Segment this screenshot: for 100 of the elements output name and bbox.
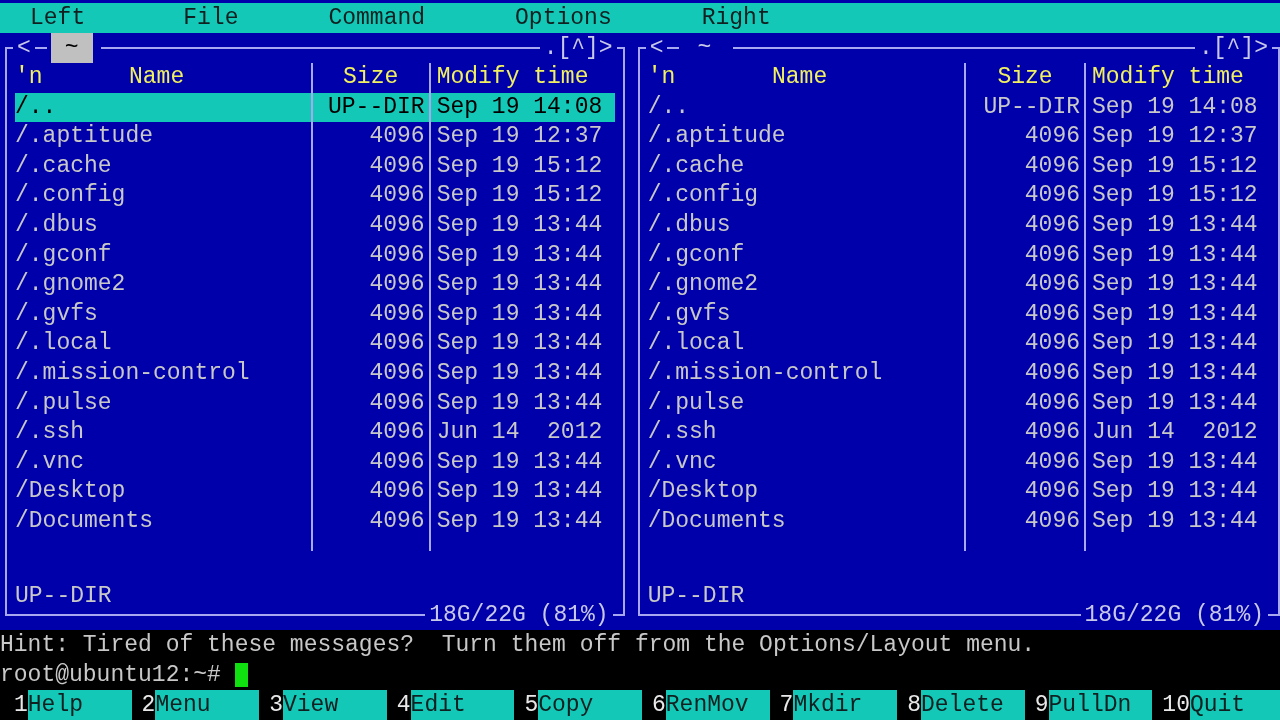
modify-time: Sep 19 13:44 <box>1092 507 1258 534</box>
file-row[interactable]: /.vnc 4096 Sep 19 13:44 <box>647 447 1270 478</box>
panel-history-controls[interactable]: .[^]> <box>539 33 617 63</box>
modify-time: Sep 19 13:44 <box>436 389 603 416</box>
file-name: /.ssh <box>647 419 717 446</box>
mini-status: UP--DIR <box>647 582 745 609</box>
file-row[interactable]: /.dbus 4096 Sep 19 13:44 <box>647 210 1270 241</box>
file-row[interactable]: /.aptitude 4096 Sep 19 12:37 <box>15 122 615 152</box>
file-size: 4096 <box>369 211 425 238</box>
file-size: 4096 <box>369 271 425 298</box>
sort-indicator[interactable]: 'n <box>647 63 676 93</box>
function-key[interactable]: 10Quit <box>1162 690 1280 720</box>
column-header[interactable]: Modify time <box>436 64 589 90</box>
file-size: 4096 <box>1024 478 1080 505</box>
file-name: /.aptitude <box>647 123 786 150</box>
file-row[interactable]: /.cache 4096 Sep 19 15:12 <box>15 151 615 182</box>
file-name: /Documents <box>647 507 786 534</box>
file-name: /Desktop <box>647 478 759 505</box>
file-name: /.vnc <box>647 448 717 475</box>
function-key[interactable]: 2Menu <box>141 690 260 720</box>
file-size: 4096 <box>369 152 425 179</box>
file-size: 4096 <box>1024 300 1080 327</box>
file-row[interactable]: /.pulse 4096 Sep 19 13:44 <box>15 388 615 419</box>
file-row[interactable]: /.pulse 4096 Sep 19 13:44 <box>647 388 1270 419</box>
modify-time: Sep 19 13:44 <box>436 300 603 327</box>
column-header[interactable]: Size <box>997 64 1053 90</box>
file-size: UP--DIR <box>328 93 425 120</box>
modify-time: Sep 19 13:44 <box>1092 478 1258 505</box>
file-row[interactable]: /.config 4096 Sep 19 15:12 <box>15 181 615 211</box>
column-header[interactable]: Name <box>675 63 924 93</box>
disk-usage: 18G/22G (81%) <box>1083 601 1265 630</box>
file-name: /.mission-control <box>647 359 883 386</box>
sort-indicator[interactable]: 'n <box>15 63 43 93</box>
panel-history-controls[interactable]: .[^]> <box>1195 33 1272 63</box>
function-key[interactable]: 1Help <box>14 690 132 720</box>
file-row[interactable]: /.cache 4096 Sep 19 15:12 <box>647 151 1270 182</box>
file-row[interactable]: /.local 4096 Sep 19 13:44 <box>15 329 615 359</box>
modify-time: Sep 19 15:12 <box>1092 152 1258 179</box>
function-key[interactable]: 5Copy <box>524 690 642 720</box>
file-row[interactable]: /.local 4096 Sep 19 13:44 <box>647 329 1270 359</box>
file-size: 4096 <box>1024 359 1080 386</box>
disk-usage: 18G/22G (81%) <box>428 601 610 630</box>
history-back-arrow[interactable]: < <box>645 33 668 63</box>
function-key[interactable]: 7Mkdir <box>779 690 898 720</box>
file-row[interactable]: /.. UP--DIR Sep 19 14:08 <box>15 92 615 123</box>
file-name: /.vnc <box>15 448 84 475</box>
history-back-arrow[interactable]: < <box>13 33 35 63</box>
menu-item[interactable]: Command <box>328 3 426 33</box>
file-row[interactable]: /Desktop 4096 Sep 19 13:44 <box>15 477 615 507</box>
file-size: 4096 <box>369 300 425 327</box>
file-row[interactable]: /.gnome2 4096 Sep 19 13:44 <box>647 270 1270 300</box>
menu-item[interactable]: Options <box>515 3 612 33</box>
file-row[interactable]: /.mission-control 4096 Sep 19 13:44 <box>647 358 1270 389</box>
file-row[interactable]: /.ssh 4096 Jun 14 2012 <box>15 418 615 448</box>
file-size: 4096 <box>1024 330 1080 357</box>
file-size: 4096 <box>1024 507 1080 534</box>
file-row[interactable]: /Documents 4096 Sep 19 13:44 <box>15 506 615 537</box>
file-size: 4096 <box>1024 271 1080 298</box>
menu-item[interactable]: File <box>183 3 239 33</box>
modify-time: Sep 19 13:44 <box>436 211 603 238</box>
file-row[interactable]: /.vnc 4096 Sep 19 13:44 <box>15 447 615 478</box>
file-row[interactable]: /.config 4096 Sep 19 15:12 <box>647 181 1270 211</box>
file-row[interactable]: /Documents 4096 Sep 19 13:44 <box>647 506 1270 537</box>
function-key[interactable]: 9PullDn <box>1034 690 1153 720</box>
function-key[interactable]: 6RenMov <box>651 690 770 720</box>
file-size: UP--DIR <box>983 93 1080 120</box>
file-size: 4096 <box>1024 419 1080 446</box>
menu-item[interactable]: Right <box>701 3 771 33</box>
file-row[interactable]: /Desktop 4096 Sep 19 13:44 <box>647 477 1270 507</box>
function-key[interactable]: 8Delete <box>907 690 1025 720</box>
file-size: 4096 <box>369 123 425 150</box>
file-name: /.mission-control <box>15 359 250 386</box>
file-size: 4096 <box>1024 182 1080 209</box>
file-row[interactable]: /.gnome2 4096 Sep 19 13:44 <box>15 270 615 300</box>
file-name: /.local <box>647 330 745 357</box>
file-name: /.. <box>15 93 57 120</box>
modify-time: Sep 19 13:44 <box>436 507 603 534</box>
file-row[interactable]: /.aptitude 4096 Sep 19 12:37 <box>647 122 1270 152</box>
file-size: 4096 <box>369 182 425 209</box>
modify-time: Sep 19 13:44 <box>436 359 603 386</box>
file-row[interactable]: /.. UP--DIR Sep 19 14:08 <box>647 92 1270 123</box>
file-name: /.aptitude <box>15 123 154 150</box>
file-row[interactable]: /.gconf 4096 Sep 19 13:44 <box>15 240 615 271</box>
function-key[interactable]: 4Edit <box>396 690 515 720</box>
menu-item[interactable]: Left <box>30 3 86 33</box>
function-key[interactable]: 3View <box>269 690 387 720</box>
modify-time: Sep 19 12:37 <box>436 123 603 150</box>
modify-time: Sep 19 13:44 <box>436 330 603 357</box>
file-size: 4096 <box>369 478 425 505</box>
column-header[interactable]: Name <box>42 63 271 93</box>
file-row[interactable]: /.ssh 4096 Jun 14 2012 <box>647 418 1270 448</box>
file-row[interactable]: /.gvfs 4096 Sep 19 13:44 <box>15 299 615 330</box>
modify-time: Sep 19 13:44 <box>1092 359 1258 386</box>
file-size: 4096 <box>369 330 425 357</box>
file-row[interactable]: /.gvfs 4096 Sep 19 13:44 <box>647 299 1270 330</box>
file-row[interactable]: /.mission-control 4096 Sep 19 13:44 <box>15 358 615 389</box>
file-row[interactable]: /.dbus 4096 Sep 19 13:44 <box>15 210 615 241</box>
column-header[interactable]: Size <box>343 64 399 90</box>
column-header[interactable]: Modify time <box>1092 64 1244 90</box>
file-row[interactable]: /.gconf 4096 Sep 19 13:44 <box>647 240 1270 271</box>
